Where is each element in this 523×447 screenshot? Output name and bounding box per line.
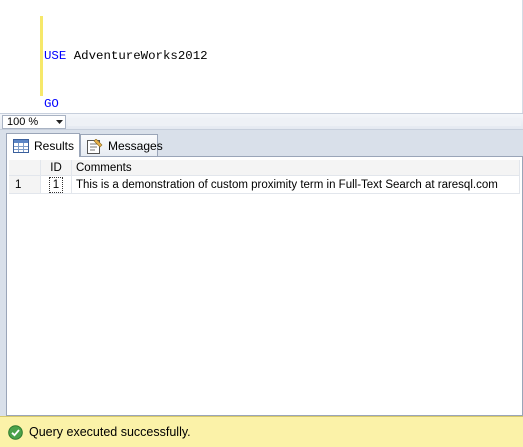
code-line-1: USE AdventureWorks2012 [44, 48, 520, 64]
header-comments[interactable]: Comments [72, 160, 520, 176]
code-token: USE [44, 49, 74, 63]
messages-icon [87, 138, 103, 154]
chevron-down-icon[interactable] [53, 116, 65, 128]
grid-icon [13, 138, 29, 153]
row-number-cell[interactable]: 1 [9, 176, 41, 194]
id-cell-value: 1 [48, 177, 64, 193]
zoom-select[interactable]: 100 % [2, 115, 66, 129]
editor-gutter [0, 0, 34, 113]
change-indicator-bar [40, 16, 43, 96]
results-tabstrip: Results Messages [0, 130, 523, 157]
check-circle-icon [8, 424, 23, 440]
header-row-number[interactable] [9, 160, 41, 176]
results-grid-panel: ID Comments 1 1 This is a demonstration … [6, 156, 523, 416]
status-bar: Query executed successfully. [0, 416, 523, 447]
code-token: GO [44, 97, 59, 111]
tab-results[interactable]: Results [6, 133, 80, 157]
table-row[interactable]: 1 1 This is a demonstration of custom pr… [9, 176, 520, 194]
grid-header-row: ID Comments [9, 160, 520, 176]
results-grid[interactable]: ID Comments 1 1 This is a demonstration … [9, 160, 520, 194]
horizontal-scrollbar[interactable] [68, 118, 521, 126]
id-cell[interactable]: 1 [41, 176, 72, 194]
tab-messages[interactable]: Messages [80, 134, 163, 157]
tab-results-label: Results [34, 138, 75, 153]
status-text: Query executed successfully. [29, 425, 191, 439]
zoom-bar: 100 % [0, 113, 523, 130]
results-pane: Results Messages ID Comments 1 1 This is… [0, 130, 523, 416]
tab-messages-label: Messages [108, 139, 163, 153]
header-id[interactable]: ID [41, 160, 72, 176]
comments-cell[interactable]: This is a demonstration of custom proxim… [72, 176, 520, 194]
code-line-2: GO [44, 96, 520, 112]
code-token: AdventureWorks2012 [73, 49, 208, 63]
query-editor[interactable]: USE AdventureWorks2012 GO SELECT * FROM … [0, 0, 523, 255]
zoom-value: 100 % [7, 116, 39, 128]
